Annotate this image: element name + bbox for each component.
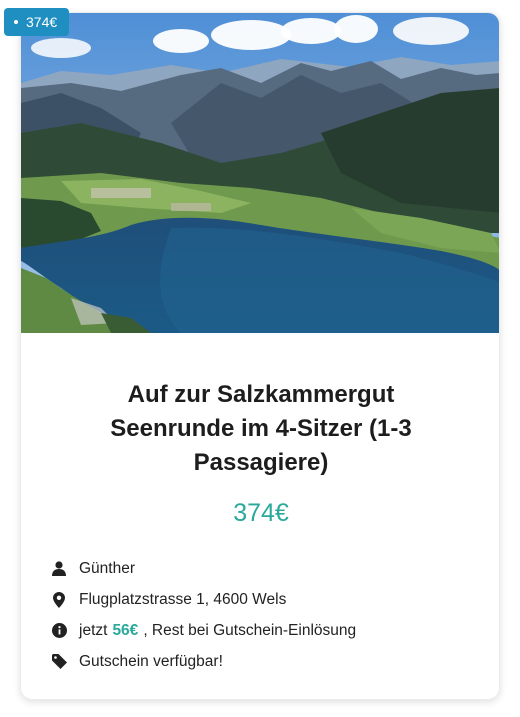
address-row: Flugplatzstrasse 1, 4600 Wels (51, 584, 471, 615)
deposit-amount: 56€ (112, 621, 139, 639)
offer-title[interactable]: Auf zur Salzkammergut Seenrunde im 4-Sit… (21, 378, 499, 480)
address-text: Flugplatzstrasse 1, 4600 Wels (79, 590, 287, 608)
payment-suffix: , Rest bei Gutschein-Einlösung (143, 621, 357, 639)
user-icon (51, 561, 67, 577)
pilot-name: Günther (79, 559, 136, 577)
price-badge-label: 374€ (26, 14, 58, 30)
offer-price: 374€ (233, 499, 289, 527)
offer-details-list: Günther Flugplatzstrasse 1, 4600 Wels je… (51, 553, 471, 677)
payment-prefix: jetzt (79, 621, 108, 639)
info-icon (51, 623, 67, 639)
map-marker-icon (51, 591, 67, 608)
badge-dot-icon (14, 20, 18, 24)
pilot-row: Günther (51, 553, 471, 584)
voucher-row: Gutschein verfügbar! (51, 646, 471, 677)
price-badge: 374€ (4, 8, 70, 36)
payment-row: jetzt 56€ , Rest bei Gutschein-Einlösung (51, 615, 471, 646)
offer-photo[interactable] (21, 13, 499, 333)
tag-icon (51, 654, 67, 670)
lake-landscape-image (21, 13, 499, 333)
offer-card[interactable]: Auf zur Salzkammergut Seenrunde im 4-Sit… (20, 12, 500, 700)
voucher-text: Gutschein verfügbar! (79, 652, 223, 670)
